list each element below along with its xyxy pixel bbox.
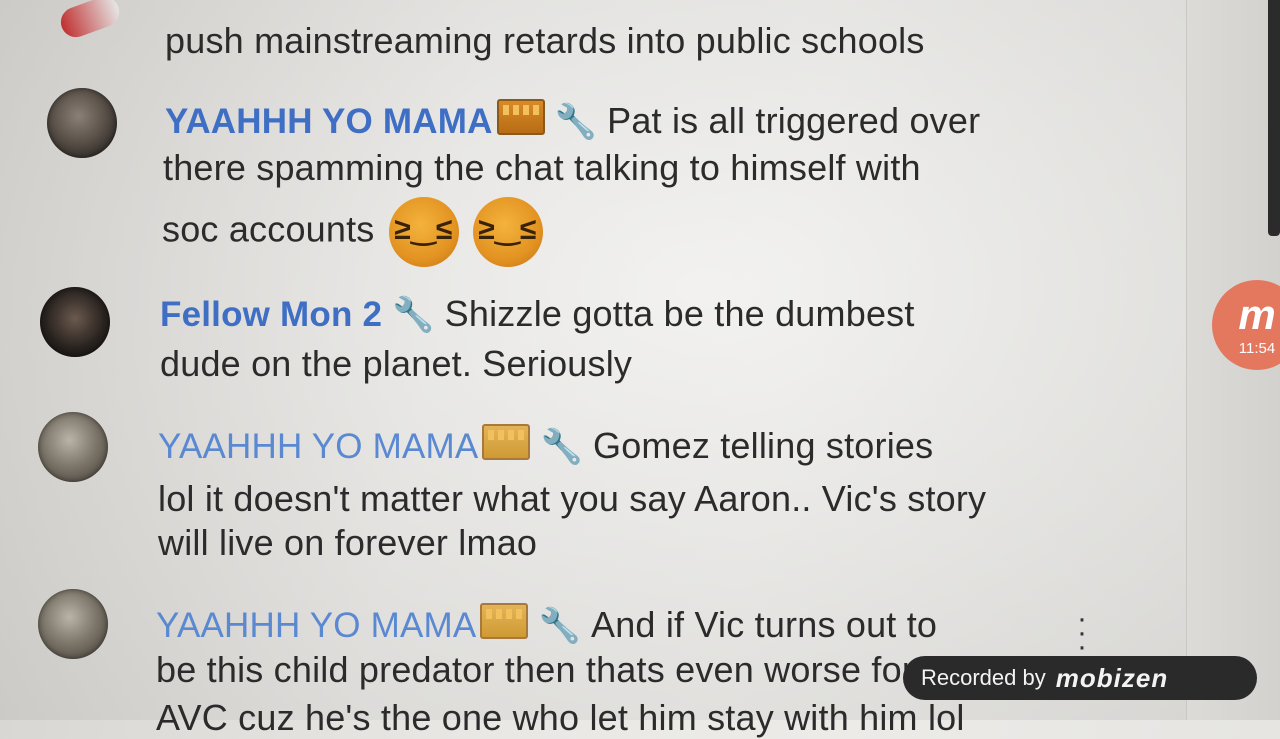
wrench-icon: 🔧 <box>540 428 583 466</box>
wrench-icon: 🔧 <box>392 296 435 334</box>
message-first-line: YAAHHH YO MAMA 🔧 And if Vic turns out to <box>156 603 937 646</box>
chat-message: Fellow Mon 2 🔧 Shizzle gotta be the dumbes… <box>0 285 1100 395</box>
message-text: Gomez telling stories <box>593 425 934 466</box>
message-text-line: soc accounts ≥‿≤ ≥‿≤ <box>162 197 543 267</box>
chat-message: YAAHHH YO MAMA 🔧 Gomez telling stories lol… <box>0 410 1100 570</box>
message-text: Shizzle gotta be the dumbest <box>444 293 915 334</box>
author-name[interactable]: Fellow Mon 2 <box>160 295 382 334</box>
crown-icon <box>480 603 529 639</box>
chat-message: push mainstreaming retards into public s… <box>0 0 1100 70</box>
recorded-by-watermark: Recorded by mobizen <box>903 656 1257 700</box>
avatar[interactable] <box>38 589 108 659</box>
message-text: dude on the planet. Seriously <box>160 343 633 384</box>
wrench-icon: 🔧 <box>554 103 598 141</box>
recorded-label: Recorded by <box>921 665 1046 690</box>
avatar[interactable] <box>38 412 108 482</box>
message-text: be this child predator then thats even w… <box>156 649 915 690</box>
message-text: soc accounts <box>162 208 375 250</box>
scrollbar[interactable] <box>1268 0 1280 236</box>
laughing-emoji-icon: ≥‿≤ <box>388 197 459 267</box>
chat-message: YAAHHH YO MAMA 🔧 Pat is all triggered over… <box>0 85 1100 270</box>
more-options-icon[interactable]: · · · <box>1077 604 1087 662</box>
message-text: there spamming the chat talking to himse… <box>163 147 921 188</box>
avatar[interactable] <box>47 88 117 158</box>
avatar[interactable] <box>40 287 110 357</box>
crown-icon <box>482 424 531 460</box>
mobizen-brand: mobizen <box>1055 662 1169 693</box>
message-first-line: Fellow Mon 2 🔧 Shizzle gotta be the dumbes… <box>160 293 915 335</box>
wrench-icon: 🔧 <box>538 607 581 645</box>
author-name[interactable]: YAAHHH YO MAMA <box>156 606 476 645</box>
mobizen-logo-icon: m <box>1238 291 1276 338</box>
recording-time: 11:54 <box>1238 340 1276 357</box>
mobizen-floating-button[interactable]: m 11:54 <box>1212 280 1280 370</box>
message-text: Pat is all triggered over <box>607 100 981 141</box>
message-text: AVC cuz he's the one who let him stay wi… <box>156 697 965 738</box>
crown-icon <box>496 99 545 135</box>
message-text: lol it doesn't matter what you say Aaron… <box>158 478 987 519</box>
message-first-line: YAAHHH YO MAMA 🔧 Gomez telling stories <box>158 424 933 467</box>
message-text: push mainstreaming retards into public s… <box>165 20 925 61</box>
message-text: will live on forever lmao <box>158 522 538 563</box>
laughing-emoji-icon: ≥‿≤ <box>472 197 543 267</box>
message-first-line: YAAHHH YO MAMA 🔧 Pat is all triggered over <box>165 99 980 142</box>
author-name[interactable]: YAAHHH YO MAMA <box>158 427 478 466</box>
message-text: And if Vic turns out to <box>591 604 938 645</box>
author-name[interactable]: YAAHHH YO MAMA <box>165 102 493 141</box>
